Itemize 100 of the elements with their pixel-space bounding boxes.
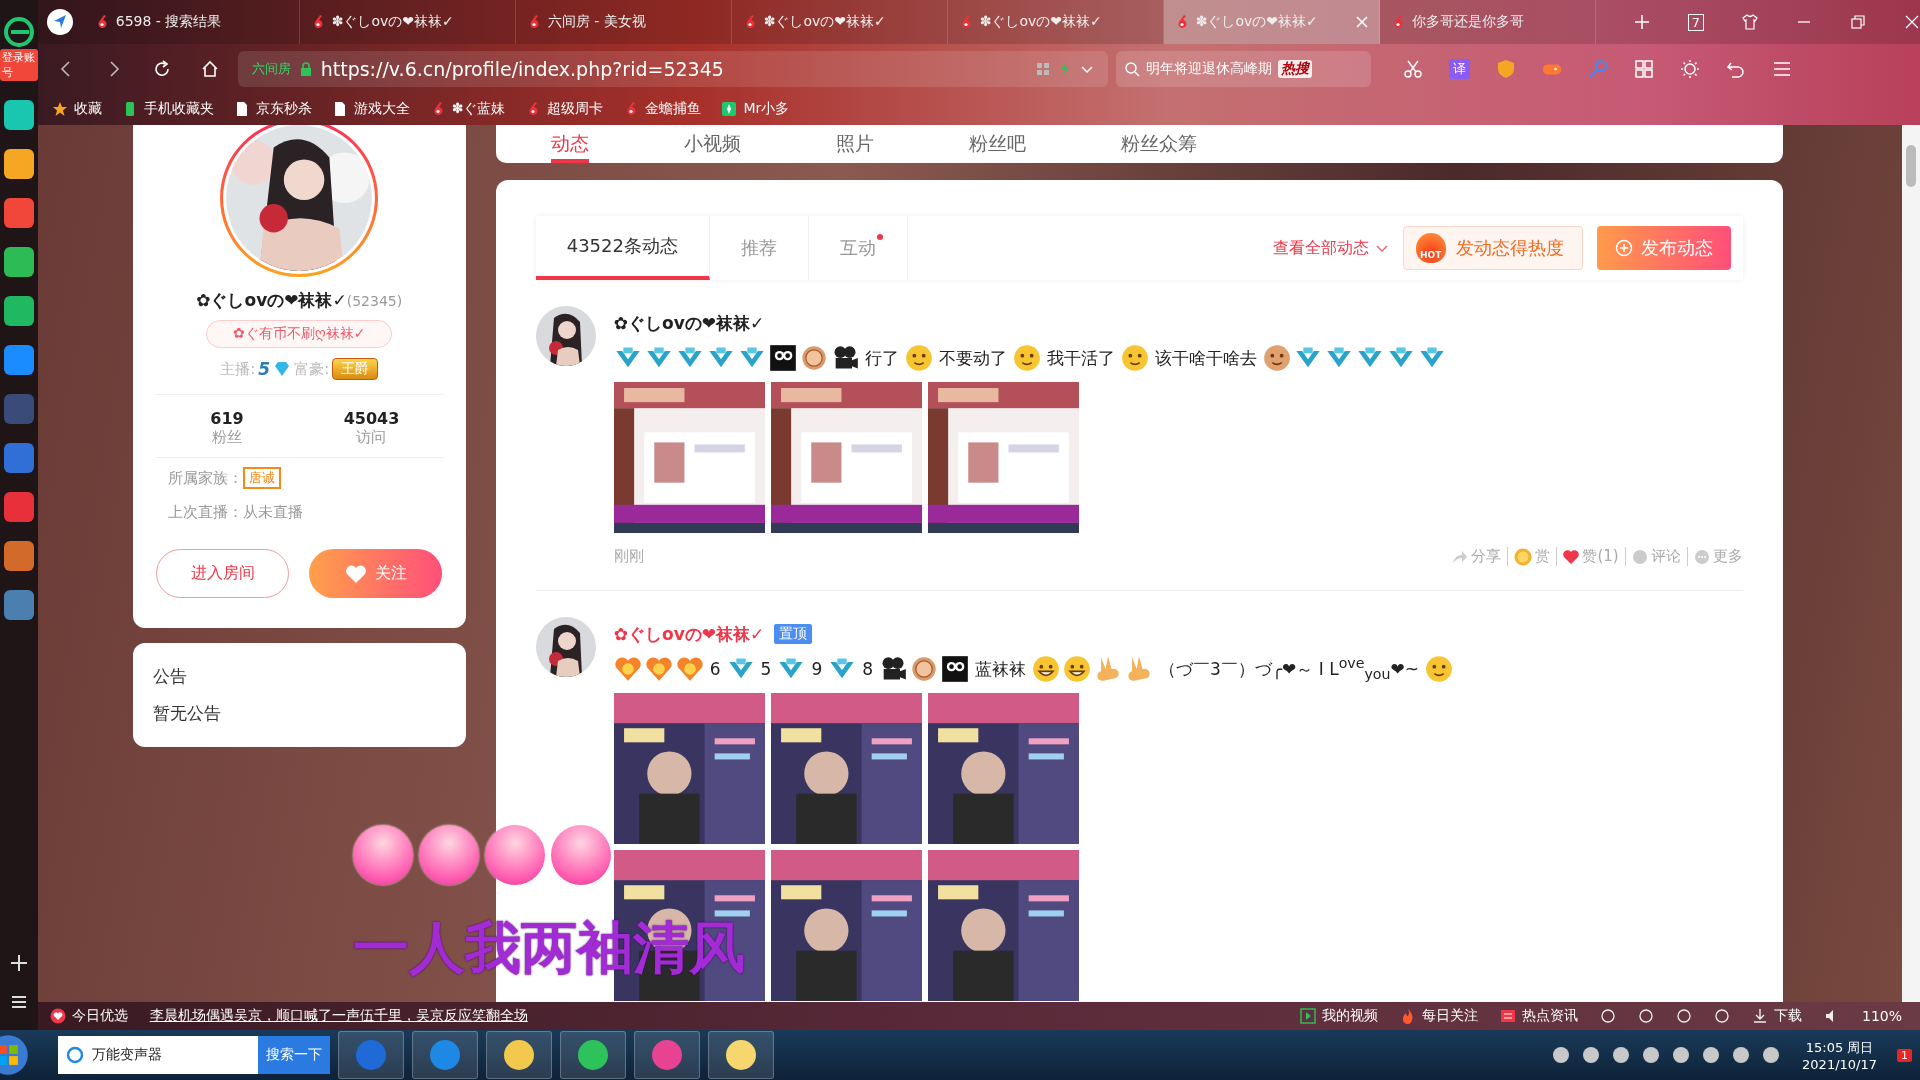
grid-icon[interactable] (1633, 58, 1654, 79)
lock-icon (298, 61, 313, 76)
view-all-dropdown[interactable]: 查看全部动态 (1272, 237, 1389, 259)
sidebar-app-icon[interactable] (3, 198, 34, 228)
nav-tab[interactable]: 照片 (835, 125, 874, 163)
post-text: （づ￣3￣）づ╭❤～ I L$^{ove}$$_{you}$❤~ (1158, 655, 1420, 683)
tray-icon[interactable] (1733, 1047, 1750, 1063)
bookmark-link[interactable]: Mr小多 (721, 100, 790, 118)
post-text: 我干活了 (1045, 346, 1116, 370)
tab-count[interactable]: 7 (1687, 13, 1704, 31)
trending-tag: 热搜 (1277, 59, 1312, 78)
more-icon (1693, 548, 1710, 565)
zoom-level[interactable]: 110% (1861, 1008, 1902, 1025)
bookmark-link[interactable]: 金蟾捕鱼 (623, 100, 702, 118)
feed-tab[interactable]: 43522条动态 (535, 216, 710, 280)
browser-tab[interactable]: 6598 - 搜索结果 (83, 0, 300, 44)
tray-icon[interactable] (1613, 1047, 1630, 1063)
sidebar-app-icon[interactable] (3, 345, 34, 375)
status-link[interactable]: 热点资讯 (1499, 1007, 1578, 1026)
notification-count[interactable]: 1 (1897, 1048, 1912, 1062)
post-text: 5 (759, 659, 773, 679)
post-text: 8 (861, 659, 875, 679)
nav-tab[interactable]: 粉丝吧 (968, 125, 1026, 163)
browser-tab[interactable]: 六间房 - 美女视 (515, 0, 732, 44)
nav-tab[interactable]: 小视频 (683, 125, 741, 163)
navigation-icon[interactable] (45, 8, 74, 36)
coin-icon (799, 344, 828, 372)
new-tab-icon[interactable] (1633, 14, 1650, 30)
tray-icon[interactable] (1553, 1047, 1570, 1063)
tray-icon[interactable] (1643, 1047, 1660, 1063)
profile-name: ✿ぐしovの❤袜袜✓ (196, 289, 347, 312)
bookmark-link[interactable]: 游戏大全 (331, 100, 410, 118)
brightness-icon[interactable] (1679, 58, 1700, 79)
close-icon[interactable] (1354, 15, 1369, 29)
taskbar-app-icon[interactable] (485, 1031, 552, 1079)
tray-icon[interactable] (1703, 1047, 1720, 1063)
scrollbar-thumb[interactable] (1906, 145, 1916, 187)
status-link[interactable]: 我的视频 (1299, 1007, 1378, 1026)
bookmark-link[interactable]: 收藏 (51, 100, 102, 118)
smiley-icon (1262, 344, 1291, 372)
nav-tab[interactable]: 粉丝众筹 (1120, 125, 1197, 163)
browser-tab[interactable]: ✽ぐしovの❤袜袜✓ (299, 0, 516, 44)
nav-tab[interactable]: 动态 (550, 125, 589, 163)
browser-tab[interactable]: ✽ぐしovの❤袜袜✓ (947, 0, 1164, 44)
tray-icon[interactable] (1583, 1047, 1600, 1063)
tray-icon[interactable] (1763, 1047, 1780, 1063)
author-name[interactable]: ✿ぐしovの❤袜袜✓ (613, 311, 765, 335)
sidebar-app-icon[interactable] (3, 443, 34, 473)
sidebar-app-icon[interactable] (3, 149, 34, 179)
signature-bubble: ✿ぐ有币不刷ღ袜袜✓ (206, 320, 393, 348)
restore-icon[interactable] (1850, 14, 1866, 30)
bookmark-link[interactable]: 京东秒杀 (233, 100, 312, 118)
clock-date[interactable]: 2021/10/17 (1802, 1056, 1877, 1072)
sticker-icon (941, 655, 970, 683)
taskbar-app-icon[interactable] (707, 1031, 774, 1079)
lyric-dot-icon (418, 825, 479, 885)
clock-time[interactable]: 15:05 周日 (1805, 1038, 1874, 1057)
browser-tab[interactable]: 你多哥还是你多哥 (1379, 0, 1596, 44)
sidebar-app-icon[interactable] (3, 590, 34, 620)
translate-button[interactable]: 译 (1448, 58, 1470, 79)
scissors-icon[interactable] (1402, 58, 1423, 79)
host-label: 主播: (220, 359, 256, 379)
search-field[interactable]: 明年将迎退休高峰期 热搜 (1115, 50, 1371, 87)
taskbar-search-field[interactable]: 万能变声器 (57, 1036, 258, 1074)
host-level: 5 (258, 359, 271, 379)
smiley-icon (1032, 655, 1061, 683)
today-picks-link[interactable]: 今日优选 (49, 1007, 128, 1026)
browser-logo-icon[interactable] (2, 16, 35, 48)
download-link[interactable]: 下载 (1751, 1007, 1802, 1026)
enter-room-button[interactable]: 进入房间 (156, 549, 290, 598)
sticker-icon (768, 344, 797, 372)
sidebar-app-icon[interactable] (3, 100, 34, 130)
address-bar[interactable]: 六间房 https://v.6.cn/profile/index.php?rid=52345 (237, 50, 1108, 87)
login-label[interactable]: 登录账号 (0, 49, 38, 81)
taskbar-app-icon[interactable] (559, 1031, 626, 1079)
sidebar-app-icon[interactable] (3, 492, 34, 522)
sidebar-app-icon[interactable] (3, 247, 34, 277)
rich-label: 富豪: (294, 359, 330, 379)
bookmark-link[interactable]: 超级周卡 (525, 100, 604, 118)
news-headline-link[interactable]: 李晨机场偶遇吴京，顺口喊了一声伍千里，吴京反应笑翻全场 (149, 1007, 528, 1026)
search-button[interactable]: 搜索一下 (257, 1036, 330, 1074)
bookmark-link[interactable]: ✽ぐ蓝妹 (429, 100, 506, 118)
close-icon[interactable] (1904, 14, 1920, 30)
author-name[interactable]: ✿ぐしovの❤袜袜✓ (613, 622, 765, 646)
sidebar-app-icon[interactable] (3, 541, 34, 571)
bookmark-link[interactable]: 手机收藏夹 (121, 100, 214, 118)
shirt-icon[interactable] (1742, 14, 1758, 30)
tray-icon[interactable] (1673, 1047, 1690, 1063)
last-live-text: 上次直播：从未直播 (167, 503, 303, 522)
sidebar-app-icon[interactable] (3, 296, 34, 326)
user-id: (52345) (346, 293, 403, 309)
stat-label: 粉丝 (211, 428, 242, 447)
plus-circle-icon (1614, 239, 1633, 257)
smiley-icon (1424, 655, 1453, 683)
boost-button[interactable]: HOT 发动态得热度 (1402, 226, 1583, 270)
browser-tab[interactable]: ✽ぐしovの❤袜袜✓ (731, 0, 948, 44)
star-icon (51, 101, 68, 117)
notice-title: 公告 (152, 665, 188, 688)
add-icon[interactable] (8, 953, 29, 973)
status-link[interactable]: 每日关注 (1399, 1007, 1478, 1026)
